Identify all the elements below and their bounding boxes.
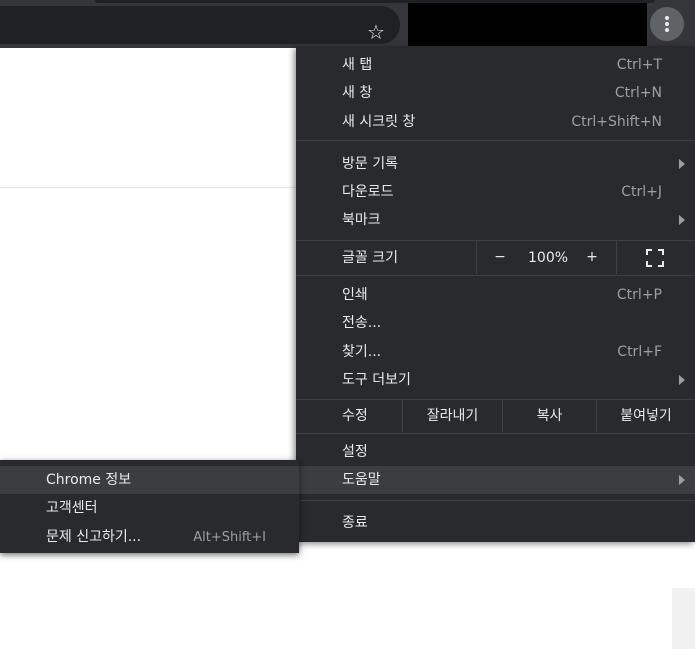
zoom-level: 100% — [528, 250, 569, 266]
menu-item-label: 도구 더보기 — [342, 372, 411, 388]
menu-item-settings[interactable]: 설정 — [296, 438, 695, 466]
submenu-item-label: 문제 신고하기... — [46, 529, 142, 545]
submenu-arrow-icon — [679, 159, 685, 169]
menu-item-shortcut: Ctrl+N — [614, 85, 662, 101]
submenu-arrow-icon — [679, 475, 685, 485]
star-outline-icon[interactable]: ☆ — [365, 21, 387, 43]
zoom-divider — [616, 241, 617, 274]
menu-item-print[interactable]: 인쇄 Ctrl+P — [296, 281, 695, 309]
menu-item-shortcut: Ctrl+F — [617, 344, 662, 360]
menu-item-cast[interactable]: 전송... — [296, 309, 695, 337]
zoom-label: 글꼴 크기 — [342, 250, 398, 266]
menu-item-shortcut: Ctrl+Shift+N — [571, 114, 662, 130]
submenu-item-label: 고객센터 — [46, 500, 98, 516]
menu-item-downloads[interactable]: 다운로드 Ctrl+J — [296, 178, 695, 206]
menu-separator — [296, 500, 695, 501]
copy-button[interactable]: 복사 — [503, 400, 596, 432]
menu-item-history[interactable]: 방문 기록 — [296, 150, 695, 178]
paste-button[interactable]: 붙여넣기 — [597, 400, 695, 432]
submenu-item-shortcut: Alt+Shift+I — [193, 530, 266, 545]
menu-item-label: 새 시크릿 창 — [342, 114, 416, 130]
menu-item-exit[interactable]: 종료 — [296, 509, 695, 537]
menu-item-label: 다운로드 — [342, 184, 394, 200]
browser-toolbar: ☆ — [0, 0, 695, 51]
menu-item-label: 새 창 — [342, 85, 373, 101]
submenu-arrow-icon — [679, 375, 685, 385]
fullscreen-icon[interactable] — [646, 249, 664, 267]
zoom-out-button[interactable]: − — [489, 246, 511, 268]
menu-separator — [296, 275, 695, 276]
menu-item-shortcut: Ctrl+P — [616, 287, 662, 303]
chrome-main-menu: 새 탭 Ctrl+T 새 창 Ctrl+N 새 시크릿 창 Ctrl+Shift… — [296, 46, 695, 542]
submenu-item-help-center[interactable]: 고객센터 — [0, 494, 299, 522]
menu-item-incognito[interactable]: 새 시크릿 창 Ctrl+Shift+N — [296, 108, 695, 136]
menu-item-label: 찾기... — [342, 344, 382, 360]
menu-item-label: 새 탭 — [342, 57, 373, 73]
edit-row: 수정 잘라내기 복사 붙여넣기 — [296, 400, 695, 432]
menu-item-label: 설정 — [342, 444, 368, 460]
menu-separator — [296, 433, 695, 434]
menu-item-label: 방문 기록 — [342, 156, 398, 172]
zoom-row: 글꼴 크기 − 100% + — [296, 241, 695, 274]
zoom-divider — [476, 241, 477, 274]
menu-item-label: 도움말 — [342, 472, 381, 488]
menu-item-label: 인쇄 — [342, 287, 368, 303]
help-submenu: Chrome 정보 고객센터 문제 신고하기... Alt+Shift+I — [0, 460, 299, 553]
menu-item-label: 종료 — [342, 515, 368, 531]
menu-item-more-tools[interactable]: 도구 더보기 — [296, 366, 695, 394]
menu-item-label: 전송... — [342, 315, 382, 331]
menu-item-help[interactable]: 도움말 — [296, 466, 695, 494]
cut-button[interactable]: 잘라내기 — [403, 400, 502, 432]
submenu-item-label: Chrome 정보 — [46, 472, 132, 488]
zoom-in-button[interactable]: + — [581, 246, 603, 268]
submenu-item-report-issue[interactable]: 문제 신고하기... Alt+Shift+I — [0, 523, 299, 551]
vertical-dots-icon[interactable] — [650, 7, 684, 41]
menu-item-label: 북마크 — [342, 212, 381, 228]
page-divider — [0, 187, 296, 188]
menu-item-shortcut: Ctrl+J — [621, 184, 662, 200]
scrollbar-track — [672, 588, 695, 649]
submenu-item-about-chrome[interactable]: Chrome 정보 — [0, 466, 299, 494]
menu-item-new-window[interactable]: 새 창 Ctrl+N — [296, 79, 695, 107]
menu-item-find[interactable]: 찾기... Ctrl+F — [296, 338, 695, 366]
menu-item-new-tab[interactable]: 새 탭 Ctrl+T — [296, 51, 695, 79]
menu-separator — [296, 140, 695, 141]
menu-item-bookmarks[interactable]: 북마크 — [296, 206, 695, 234]
edit-label: 수정 — [342, 408, 368, 424]
submenu-arrow-icon — [679, 215, 685, 225]
redacted-area — [408, 3, 647, 51]
address-bar[interactable]: ☆ — [0, 6, 400, 44]
menu-item-shortcut: Ctrl+T — [616, 57, 662, 73]
